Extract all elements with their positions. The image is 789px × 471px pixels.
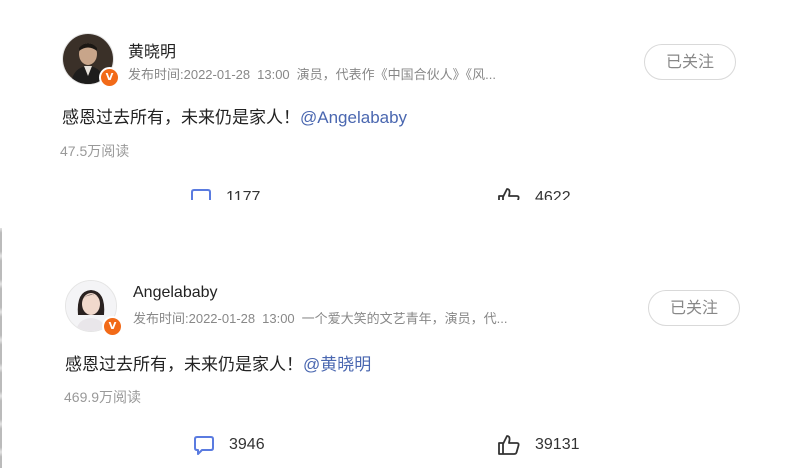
- publish-time: 13:00: [257, 67, 290, 82]
- comment-icon: [194, 436, 214, 455]
- post-content: 感恩过去所有，未来仍是家人！@黄晓明: [65, 350, 371, 375]
- follow-button[interactable]: 已关注: [648, 290, 740, 326]
- comment-count: 3946: [229, 436, 265, 453]
- comment-count: 1177: [226, 189, 261, 200]
- author-bio: 一个爱大笑的文艺青年，演员，代...: [301, 311, 508, 326]
- like-count: 4622: [535, 189, 571, 200]
- like-button[interactable]: 4622: [497, 187, 571, 200]
- view-count: 47.5万阅读: [60, 143, 130, 159]
- weibo-post: V 黄晓明 发布时间:2022-01-28 13:00 演员，代表作《中国合伙人》《…: [0, 0, 789, 200]
- publish-date: 发布时间:2022-01-28: [128, 67, 251, 82]
- post-text: 感恩过去所有，未来仍是家人！: [62, 108, 300, 127]
- author-name[interactable]: 黄晓明: [128, 38, 176, 62]
- verified-badge-icon: V: [102, 316, 123, 337]
- author-bio: 演员，代表作《中国合伙人》《风...: [296, 67, 497, 82]
- comment-button[interactable]: 1177: [190, 187, 260, 200]
- weibo-post: V Angelababy 发布时间:2022-01-28 13:00 一个爱大笑的文…: [0, 250, 789, 471]
- comment-icon: [191, 189, 211, 200]
- mention-link[interactable]: @Angelababy: [300, 108, 407, 127]
- verified-badge-icon: V: [99, 67, 120, 88]
- publish-time: 13:00: [262, 311, 295, 326]
- post-meta: 发布时间:2022-01-28 13:00 演员，代表作《中国合伙人》《风...: [128, 64, 503, 83]
- post-content: 感恩过去所有，未来仍是家人！@Angelababy: [62, 103, 407, 128]
- mention-link[interactable]: @黄晓明: [303, 355, 371, 374]
- like-button[interactable]: 39131: [497, 434, 580, 456]
- comment-button[interactable]: 3946: [193, 434, 265, 456]
- post-text: 感恩过去所有，未来仍是家人！: [65, 355, 303, 374]
- author-name[interactable]: Angelababy: [133, 284, 218, 302]
- thumbs-up-icon: [498, 188, 520, 200]
- view-count: 469.9万阅读: [64, 389, 142, 405]
- follow-button[interactable]: 已关注: [644, 44, 736, 80]
- publish-date: 发布时间:2022-01-28: [133, 311, 256, 326]
- post-meta: 发布时间:2022-01-28 13:00 一个爱大笑的文艺青年，演员，代...: [133, 308, 515, 327]
- thumbs-up-icon: [498, 435, 520, 455]
- like-count: 39131: [535, 436, 580, 453]
